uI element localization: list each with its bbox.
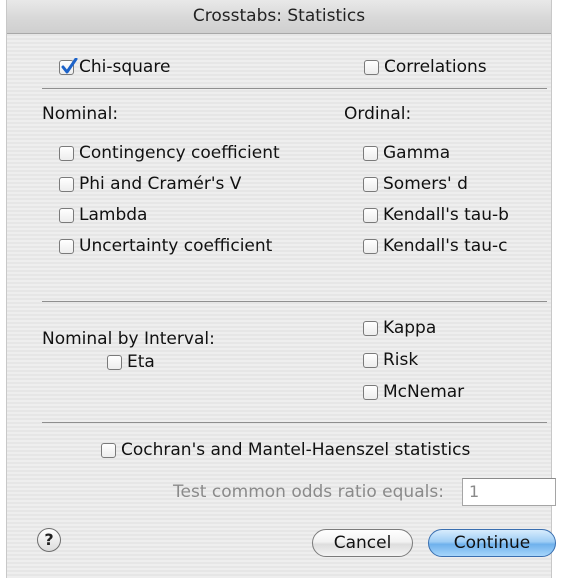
lambda-checkbox[interactable]: Lambda	[59, 205, 147, 225]
crosstabs-statistics-dialog: Crosstabs: Statistics Chi-square Correla…	[6, 0, 556, 578]
kappa-label: Kappa	[383, 318, 437, 338]
correlations-label: Correlations	[384, 57, 487, 77]
help-icon[interactable]: ?	[37, 528, 61, 552]
checkmark-icon	[59, 57, 78, 75]
kappa-checkbox[interactable]: Kappa	[363, 318, 436, 338]
title-bar[interactable]: Crosstabs: Statistics	[7, 0, 551, 34]
checkbox-box	[364, 59, 379, 75]
checkbox-box	[59, 207, 74, 223]
ordinal-heading: Ordinal:	[344, 104, 412, 124]
nominal-heading: Nominal:	[42, 104, 119, 124]
cochran-mantel-haenszel-checkbox[interactable]: Cochran's and Mantel-Haenszel statistics	[101, 440, 470, 460]
mcnemar-checkbox[interactable]: McNemar	[363, 382, 464, 402]
cancel-button[interactable]: Cancel	[312, 529, 413, 557]
checkbox-box	[363, 352, 378, 368]
checkbox-box	[363, 384, 378, 400]
separator	[42, 88, 547, 89]
somers-d-checkbox[interactable]: Somers' d	[363, 174, 468, 194]
eta-label: Eta	[127, 352, 155, 372]
somers-d-label: Somers' d	[383, 174, 468, 194]
kendalls-tau-b-checkbox[interactable]: Kendall's tau-b	[363, 205, 509, 225]
chi-square-checkbox[interactable]: Chi-square	[59, 57, 170, 77]
gamma-label: Gamma	[383, 143, 451, 163]
checkbox-box	[363, 207, 378, 223]
checkbox-box	[363, 238, 378, 254]
checkbox-box	[101, 442, 116, 458]
uncertainty-coefficient-label: Uncertainty coefficient	[79, 236, 273, 256]
separator	[42, 301, 547, 302]
cochran-mantel-haenszel-label: Cochran's and Mantel-Haenszel statistics	[121, 440, 471, 460]
kendalls-tau-c-checkbox[interactable]: Kendall's tau-c	[363, 236, 507, 256]
checkbox-box	[363, 145, 378, 161]
risk-checkbox[interactable]: Risk	[363, 350, 418, 370]
checkbox-box	[363, 320, 378, 336]
nominal-by-interval-heading: Nominal by Interval:	[42, 329, 215, 349]
mcnemar-label: McNemar	[383, 382, 465, 402]
window-title: Crosstabs: Statistics	[192, 6, 366, 26]
phi-cramers-v-label: Phi and Cramér's V	[79, 174, 242, 194]
chi-square-label: Chi-square	[79, 57, 171, 77]
separator	[42, 422, 547, 423]
checkbox-box	[59, 238, 74, 254]
kendalls-tau-c-label: Kendall's tau-c	[383, 236, 508, 256]
checkbox-box	[59, 176, 74, 192]
uncertainty-coefficient-checkbox[interactable]: Uncertainty coefficient	[59, 236, 272, 256]
checkbox-box	[107, 354, 122, 370]
continue-button[interactable]: Continue	[428, 529, 556, 557]
risk-label: Risk	[383, 350, 419, 370]
eta-checkbox[interactable]: Eta	[107, 352, 155, 372]
checkbox-box	[59, 145, 74, 161]
lambda-label: Lambda	[79, 205, 148, 225]
contingency-coefficient-label: Contingency coefficient	[79, 143, 280, 163]
phi-cramers-v-checkbox[interactable]: Phi and Cramér's V	[59, 174, 241, 194]
checkbox-box	[363, 176, 378, 192]
contingency-coefficient-checkbox[interactable]: Contingency coefficient	[59, 143, 280, 163]
kendalls-tau-b-label: Kendall's tau-b	[383, 205, 509, 225]
odds-ratio-input[interactable]: 1	[462, 478, 556, 506]
correlations-checkbox[interactable]: Correlations	[364, 57, 487, 77]
gamma-checkbox[interactable]: Gamma	[363, 143, 450, 163]
odds-ratio-label: Test common odds ratio equals:	[173, 482, 444, 502]
